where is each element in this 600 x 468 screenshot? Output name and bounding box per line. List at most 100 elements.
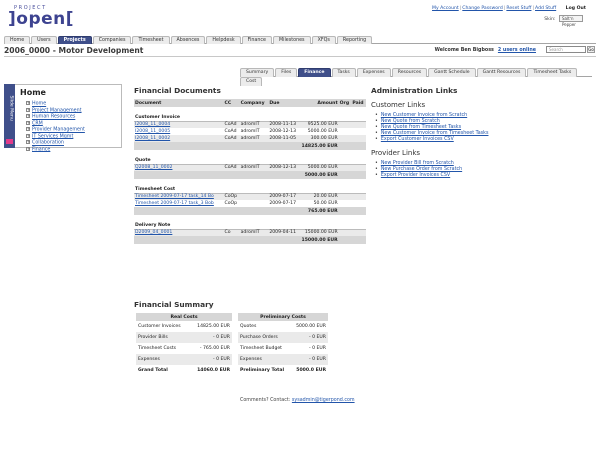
sub-tab[interactable]: Summary: [240, 68, 275, 77]
document-link[interactable]: I2008_11_0005: [134, 128, 223, 135]
table-row: Timesheet 2009-07-17 task_14 Bo CoOp 200…: [134, 193, 366, 200]
slide-menu-label: Slide Menu: [8, 95, 14, 121]
sidebar-list: + Home + Project Management + Human Resourc…: [26, 101, 121, 153]
sidebar-item[interactable]: + Finance: [26, 146, 121, 154]
search-go-button[interactable]: Go: [587, 46, 595, 53]
document-link[interactable]: I2008_11_0002: [134, 135, 224, 142]
grand-total-row: Grand Total 14060.0 EUR: [138, 368, 230, 373]
col-header[interactable]: Amount: [300, 99, 339, 107]
preliminary-total-row: Preliminary Total 5000.0 EUR: [240, 368, 326, 373]
slide-menu-marker: [6, 139, 13, 144]
table-row: Provider Bills - 0 EUR: [136, 332, 232, 343]
main-tab[interactable]: Home: [4, 36, 31, 44]
expand-icon[interactable]: +: [26, 120, 30, 125]
col-header[interactable]: Document: [134, 99, 224, 107]
group-header: Quote: [134, 154, 366, 165]
table-row: I2008_11_0005 CoAd adromIT 2008-12-13 50…: [134, 128, 338, 135]
reset-stuff-link[interactable]: Reset Stuff: [506, 6, 531, 11]
welcome-text: Welcome Ben Bigboss 2 users online: [434, 48, 536, 53]
contact-email-link[interactable]: sysadmin@tigerpond.com: [292, 398, 355, 403]
provider-links-title: Provider Links: [371, 149, 421, 157]
financial-documents-table: Document CC Company Due Amount Org Paid …: [134, 99, 366, 244]
table-row: Purchase Orders - 0 EUR: [238, 332, 328, 343]
main-tabs: Home Users Projects Companies Timesheet …: [4, 36, 596, 44]
document-link[interactable]: Timesheet 2009-07-17 task_3 Bob: [134, 200, 223, 207]
document-link[interactable]: Q2008_11_0002: [134, 164, 224, 171]
customer-link[interactable]: New Quote from Timesheet Tasks: [381, 125, 461, 130]
main-tab-active[interactable]: Projects: [57, 36, 92, 44]
document-link[interactable]: I2008_11_0004: [134, 121, 224, 128]
logout-link[interactable]: Log Out: [566, 6, 586, 11]
financial-documents-title: Financial Documents: [134, 86, 221, 95]
add-stuff-link[interactable]: Add Stuff: [535, 6, 556, 11]
skin-label: Skin:: [544, 17, 556, 22]
provider-link[interactable]: Export Provider Invoices CSV: [381, 173, 450, 178]
main-tab[interactable]: Milestones: [273, 36, 311, 44]
table-row: Timesheet Costs - 765.00 EUR: [138, 346, 230, 351]
main-tab[interactable]: Reporting: [336, 36, 373, 44]
group-total: 14825.00 EUR: [134, 142, 366, 150]
table-row: Expenses - 0 EUR: [238, 354, 328, 365]
table-row: Quotes 5000.00 EUR: [240, 324, 326, 329]
slide-menu-toggle[interactable]: Slide Menu: [4, 84, 15, 148]
main-tab[interactable]: Helpdesk: [206, 36, 241, 44]
sub-tab[interactable]: Cost: [240, 77, 263, 86]
main-tab[interactable]: XFQs: [311, 36, 336, 44]
group-header: Timesheet Cost: [134, 183, 366, 194]
sub-tab[interactable]: Timesheet Tasks: [527, 68, 578, 77]
expand-icon[interactable]: +: [26, 140, 30, 144]
group-total: 15000.00 EUR: [134, 236, 366, 244]
expand-icon[interactable]: +: [26, 101, 30, 105]
project-open-logo[interactable]: PROJECT ]open[: [6, 5, 74, 29]
sub-tab[interactable]: Files: [275, 68, 298, 77]
main-tab[interactable]: Timesheet: [132, 36, 170, 44]
sub-tab[interactable]: Gantt Schedule: [428, 68, 476, 77]
col-header[interactable]: Paid: [351, 99, 366, 107]
table-row: I2008_11_0002 CoAd adromIT 2008-11-05 30…: [134, 135, 366, 142]
main-tab[interactable]: Users: [31, 36, 57, 44]
financial-documents: Financial Documents Document CC Company …: [134, 86, 366, 244]
customer-link[interactable]: Export Customer Invoices CSV: [381, 137, 454, 142]
main-tab[interactable]: Finance: [241, 36, 272, 44]
customer-link[interactable]: New Quote from Scratch: [381, 119, 440, 124]
my-account-link[interactable]: My Account: [432, 6, 459, 11]
col-header[interactable]: Company: [239, 99, 269, 107]
search-input[interactable]: Search: [546, 46, 586, 53]
financial-summary: Financial Summary Real Costs Customer In…: [134, 300, 366, 376]
provider-link[interactable]: New Provider Bill from Scratch: [381, 161, 454, 166]
col-header[interactable]: Due: [268, 99, 301, 107]
sub-tab[interactable]: Expenses: [356, 68, 391, 77]
group-header: Delivery Note: [134, 219, 366, 230]
expand-icon[interactable]: +: [26, 133, 30, 138]
customer-link[interactable]: New Customer Invoice from Scratch: [381, 113, 467, 118]
skin-select[interactable]: Saltʼn Pepper: [559, 15, 583, 27]
sidebar: Home + Home + Project Management + Human Re…: [15, 84, 122, 152]
customer-links: New Customer Invoice from Scratch New Qu…: [375, 113, 591, 143]
expand-icon[interactable]: +: [26, 146, 30, 151]
expand-icon[interactable]: +: [26, 127, 30, 131]
sub-tab[interactable]: Tasks: [331, 68, 356, 77]
col-header[interactable]: Org: [338, 99, 352, 107]
administration-links: Administration Links Customer Links New …: [371, 86, 591, 179]
expand-icon[interactable]: +: [26, 107, 30, 112]
users-online-link[interactable]: 2 users online: [498, 48, 536, 53]
col-header[interactable]: CC: [223, 99, 240, 107]
document-link[interactable]: D2009_04_0001: [134, 229, 224, 236]
table-row: Expenses - 0 EUR: [136, 354, 232, 365]
main-tab[interactable]: Absences: [170, 36, 206, 44]
change-password-link[interactable]: Change Password: [462, 6, 503, 11]
document-link[interactable]: Timesheet 2009-07-17 task_14 Bo: [134, 193, 224, 200]
sub-tab[interactable]: Resources: [391, 68, 428, 77]
provider-links: New Provider Bill from Scratch New Purch…: [375, 161, 591, 179]
sub-tab[interactable]: Gantt Resources: [476, 68, 527, 77]
real-costs-table: Real Costs Customer Invoices 14825.00 EUR…: [136, 313, 232, 376]
expand-icon[interactable]: +: [26, 114, 30, 118]
top-links: My Account|Change Password|Reset Stuff|A…: [432, 6, 586, 11]
group-header: Customer Invoice: [134, 111, 366, 122]
customer-link[interactable]: New Customer Invoice from Timesheet Task…: [381, 131, 489, 136]
provider-link[interactable]: New Purchase Order from Scratch: [381, 167, 462, 172]
sub-tab-active[interactable]: Finance: [298, 68, 331, 77]
main-tab[interactable]: Companies: [92, 36, 132, 44]
customer-links-title: Customer Links: [371, 101, 426, 109]
logo-big-text: ]open[: [8, 9, 75, 29]
